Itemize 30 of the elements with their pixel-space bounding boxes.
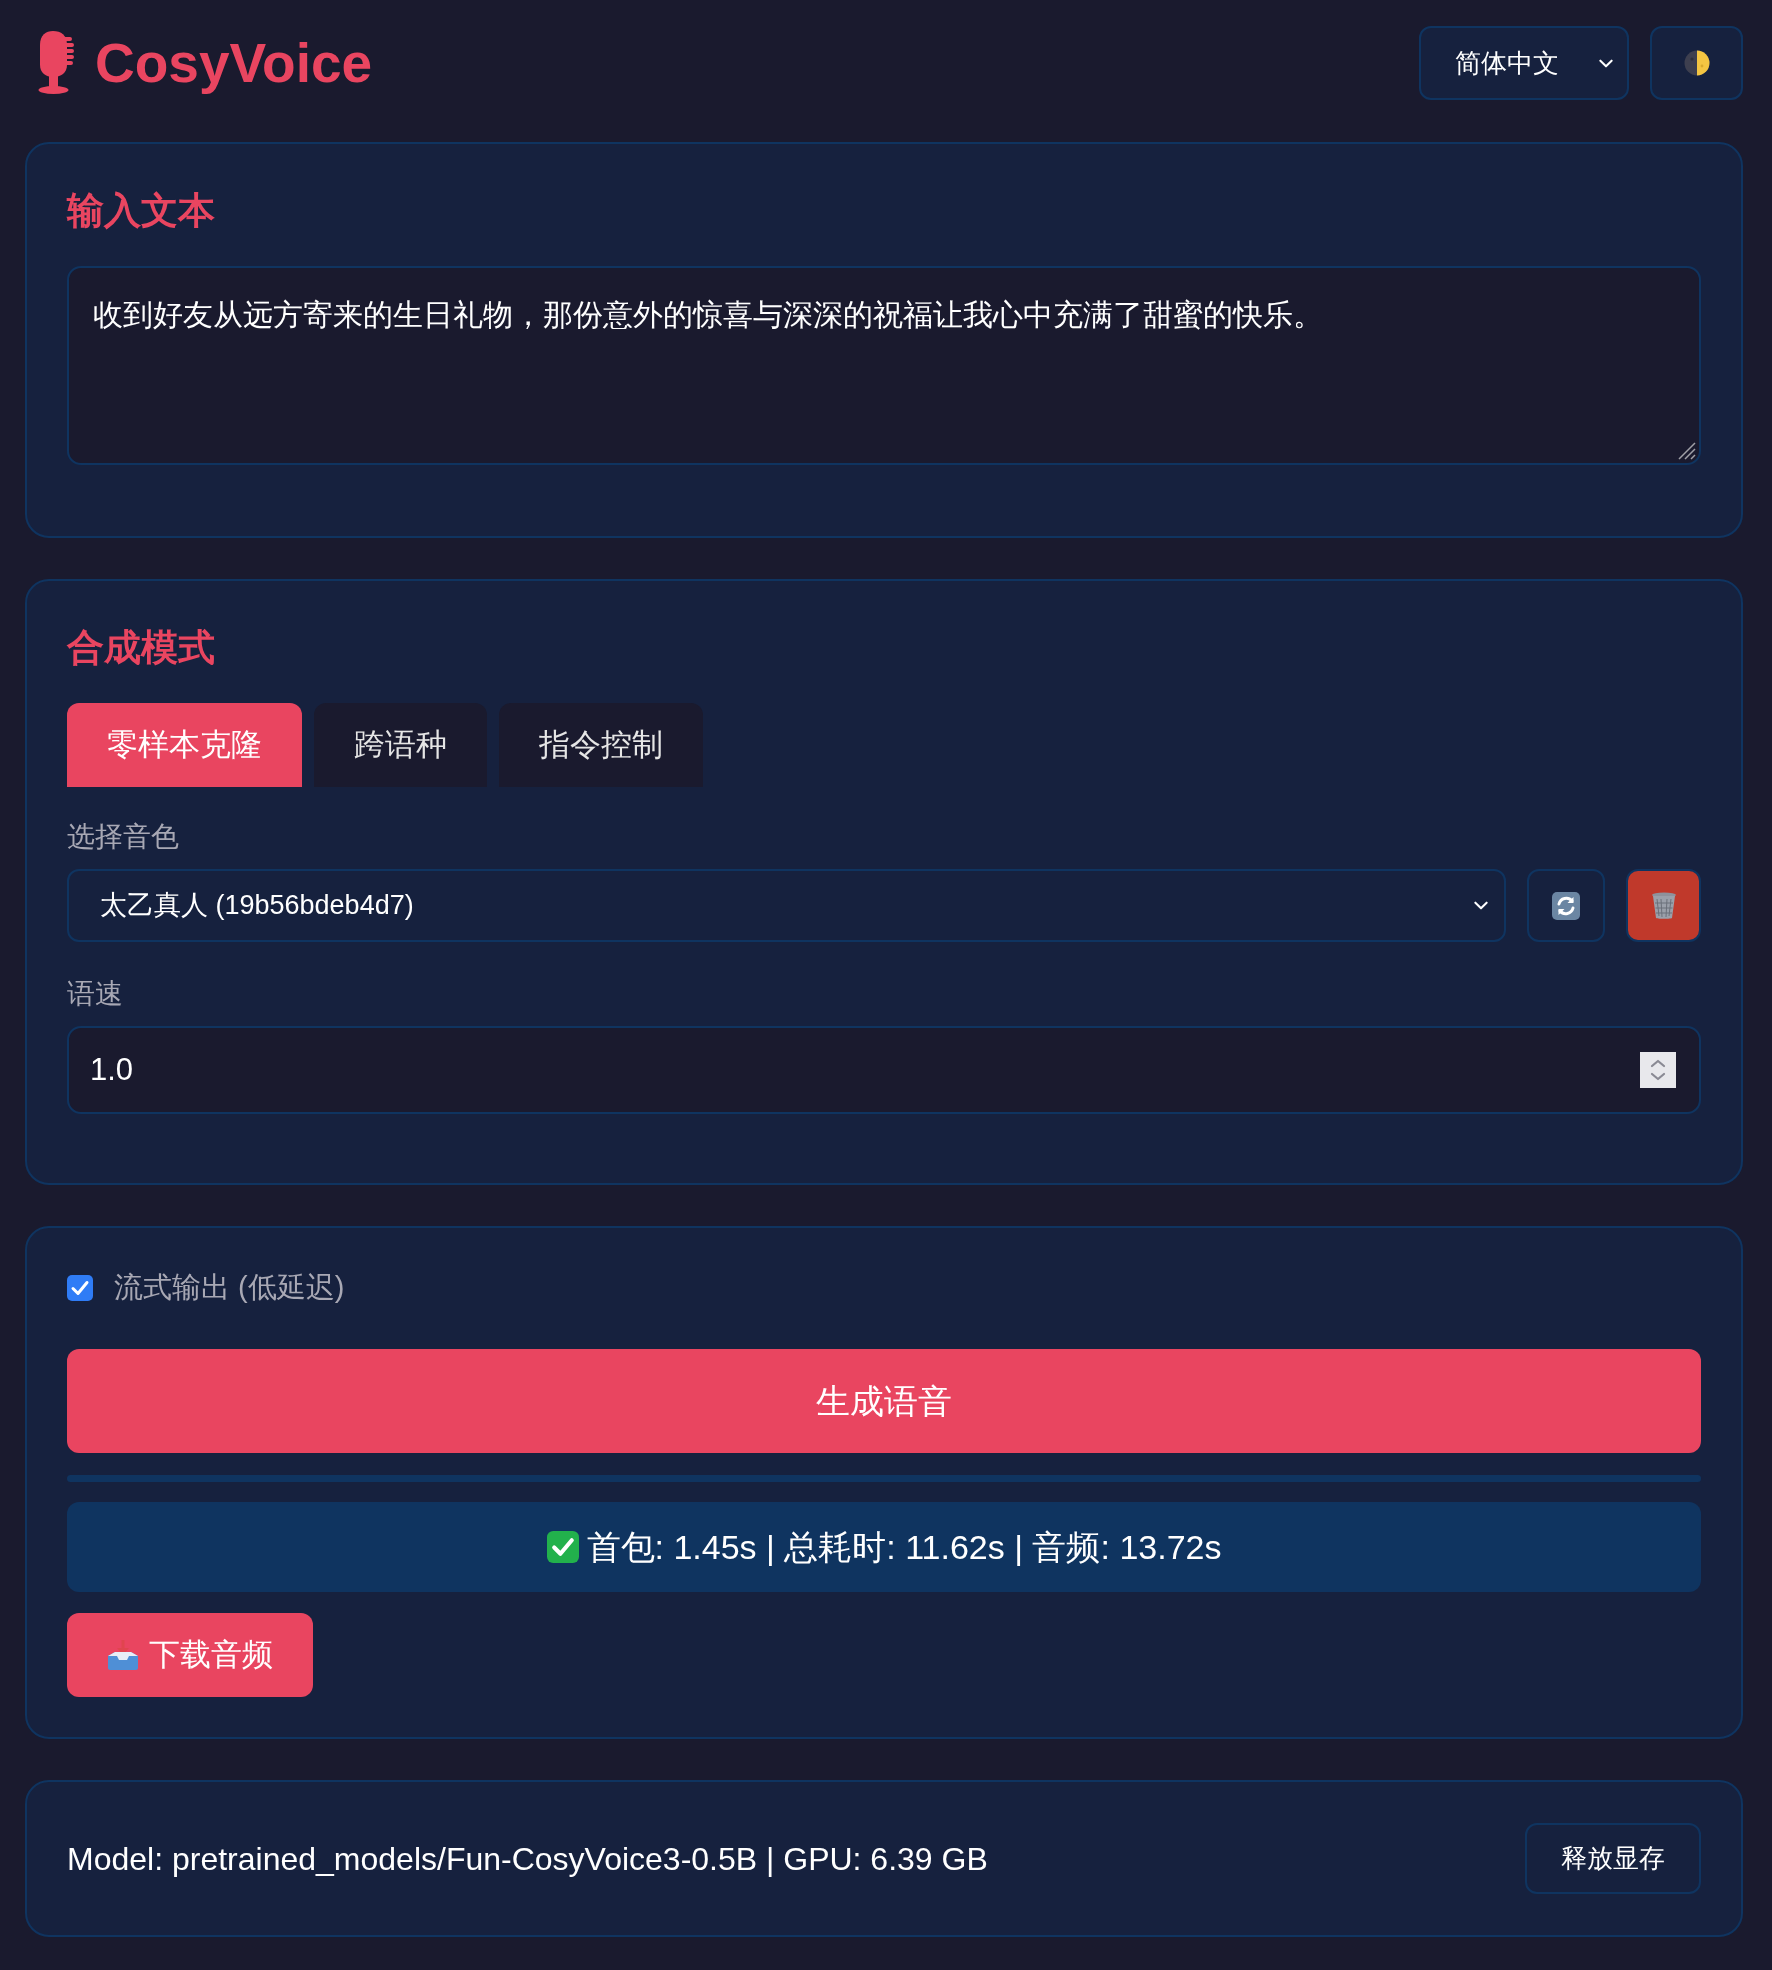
refresh-button[interactable] <box>1527 869 1605 942</box>
trash-icon <box>1650 891 1677 920</box>
spinner-icon[interactable] <box>1640 1052 1676 1088</box>
chevron-down-icon <box>1599 58 1613 68</box>
release-memory-button[interactable]: 释放显存 <box>1525 1823 1701 1894</box>
section-heading: 输入文本 <box>67 189 215 232</box>
mode-tab[interactable]: 跨语种 <box>314 703 487 787</box>
chevron-down-icon <box>1474 901 1488 910</box>
download-button[interactable]: 下载音频 <box>67 1613 313 1697</box>
section-heading: 合成模式 <box>67 626 215 669</box>
speed-input[interactable]: 1.0 <box>67 1026 1701 1114</box>
field-label: 选择音色 <box>67 820 179 854</box>
resize-handle-icon[interactable] <box>1676 440 1696 460</box>
model-info-text: Model: pretrained_models/Fun-CosyVoice3-0.5B | GPU: 6.39 GB <box>67 1839 988 1879</box>
generate-button[interactable]: 生成语音 <box>67 1349 1701 1453</box>
status-text: 首包: 1.45s | 总耗时: 11.62s | 音频: 13.72s <box>586 1526 1222 1568</box>
text-area[interactable]: 收到好友从远方寄来的生日礼物，那份意外的惊喜与深深的祝福让我心中充满了甜蜜的快乐。 <box>67 266 1701 465</box>
mode-tab[interactable]: 零样本克隆 <box>67 703 302 787</box>
checkbox-label: 流式输出 (低延迟) <box>114 1270 345 1306</box>
refresh-icon <box>1552 891 1580 920</box>
theme-toggle-button[interactable] <box>1650 26 1743 100</box>
inbox-tray-icon <box>107 1640 139 1670</box>
mode-tab[interactable]: 指令控制 <box>499 703 703 787</box>
delete-button[interactable] <box>1626 869 1701 942</box>
field-label: 语速 <box>67 977 123 1011</box>
half-moon-icon <box>1683 50 1710 76</box>
check-mark-icon <box>546 1531 579 1563</box>
voice-select[interactable]: 太乙真人 (19b56bdeb4d7) <box>67 869 1506 942</box>
streaming-checkbox[interactable] <box>67 1275 93 1301</box>
language-select[interactable]: 简体中文 <box>1419 26 1629 100</box>
